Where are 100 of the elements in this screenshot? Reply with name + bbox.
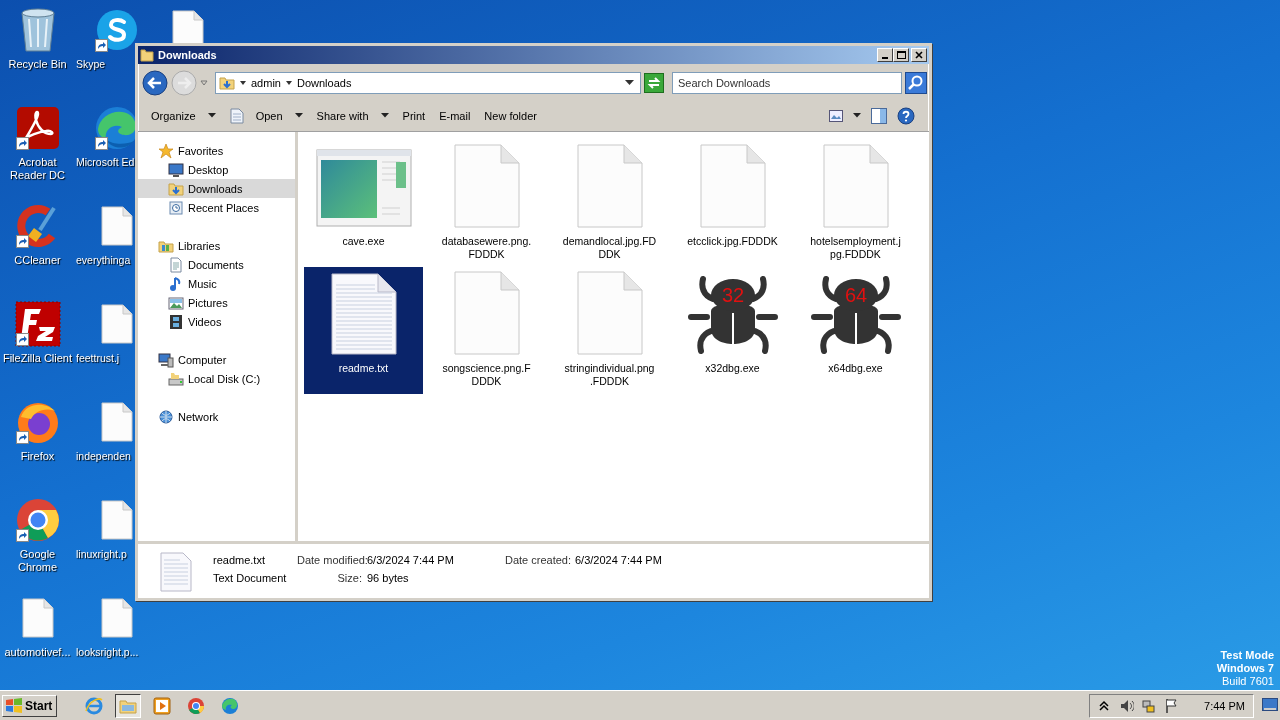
maximize-button[interactable] bbox=[893, 48, 909, 62]
desktop-icon-label[interactable]: Google Chrome bbox=[0, 548, 75, 574]
desktop-icon-label[interactable]: automotivef... bbox=[4, 646, 71, 659]
field-value: 96 bytes bbox=[367, 572, 410, 586]
folder-icon bbox=[219, 75, 235, 91]
file-item[interactable]: hotelsemployment.j pg.FDDDK bbox=[796, 140, 915, 267]
clock[interactable]: 7:44 PM bbox=[1204, 699, 1245, 712]
help-icon[interactable] bbox=[897, 106, 915, 125]
caret-icon bbox=[285, 79, 292, 87]
start-button[interactable]: Start bbox=[2, 694, 58, 717]
show-desktop-icon[interactable] bbox=[1262, 697, 1278, 712]
toolbar-button[interactable]: Organize bbox=[144, 105, 223, 126]
file-item[interactable]: databasewere.png. FDDDK bbox=[427, 140, 546, 267]
sidebar-item[interactable]: Network bbox=[138, 407, 295, 426]
file-item[interactable]: 64 x64dbg.exe bbox=[796, 267, 915, 394]
search-button[interactable] bbox=[905, 72, 927, 94]
icon-number: 64 bbox=[844, 284, 867, 306]
file-icon bbox=[576, 271, 643, 355]
file-icon bbox=[101, 500, 133, 540]
file-item[interactable]: stringindividual.png .FDDDK bbox=[550, 267, 669, 394]
file-icon bbox=[101, 206, 133, 246]
sidebar-item[interactable]: Downloads bbox=[138, 179, 295, 198]
media-player-icon bbox=[153, 696, 172, 715]
file-item[interactable]: demandlocal.jpg.FD DDK bbox=[550, 140, 669, 267]
trash-bin-icon bbox=[18, 7, 57, 53]
recent-places-icon bbox=[168, 199, 184, 216]
sidebar-item[interactable]: Desktop bbox=[138, 160, 295, 179]
search-field[interactable]: Search Downloads bbox=[672, 72, 902, 94]
app-icon bbox=[14, 301, 61, 347]
app-icon bbox=[187, 696, 206, 715]
file-icon bbox=[101, 402, 133, 442]
desktop-icon-label[interactable]: independen bbox=[76, 450, 131, 463]
document-icon bbox=[229, 107, 244, 124]
disk-drive-icon bbox=[168, 370, 184, 387]
file-item[interactable]: 32 x32dbg.exe bbox=[673, 267, 792, 394]
pictures-icon bbox=[168, 294, 184, 311]
sidebar-item[interactable]: Favorites bbox=[138, 141, 295, 160]
breadcrumb[interactable]: Downloads bbox=[296, 77, 352, 89]
file-item[interactable]: etcclick.jpg.FDDDK bbox=[673, 140, 792, 267]
sidebar-item[interactable]: Music bbox=[138, 274, 295, 293]
file-icon bbox=[21, 598, 54, 638]
file-icon bbox=[453, 271, 520, 355]
sidebar-item[interactable]: Videos bbox=[138, 312, 295, 331]
desktop-icon-label[interactable]: feettrust.j bbox=[76, 352, 120, 365]
maximize-icon bbox=[896, 50, 906, 60]
sidebar-item[interactable]: Pictures bbox=[138, 293, 295, 312]
address-bar[interactable]: admin Downloads bbox=[215, 72, 641, 94]
back-button[interactable] bbox=[142, 70, 168, 96]
desktop-icon-label[interactable]: Skype bbox=[76, 58, 106, 71]
app-icon bbox=[221, 696, 240, 715]
program-window-icon bbox=[315, 148, 412, 228]
file-item[interactable]: readme.txt bbox=[304, 267, 423, 394]
file-icon bbox=[101, 304, 133, 344]
desktop-icon-label[interactable]: linuxright.p bbox=[76, 548, 127, 561]
caret-icon[interactable] bbox=[853, 113, 861, 118]
dropdown-icon[interactable] bbox=[625, 80, 634, 86]
taskbar-app[interactable] bbox=[115, 693, 142, 718]
desktop-icon-label[interactable]: looksright.p... bbox=[76, 646, 139, 659]
network-status-icon[interactable] bbox=[1142, 697, 1157, 714]
desktop-icon-label[interactable]: FileZilla Client bbox=[2, 352, 73, 365]
monitor-icon bbox=[168, 161, 184, 178]
browser-icon bbox=[85, 696, 104, 715]
minimize-icon bbox=[882, 57, 888, 59]
desktop-icon-label[interactable]: Firefox bbox=[20, 450, 55, 463]
toolbar-button[interactable]: Share with bbox=[309, 105, 396, 126]
toolbar-button[interactable]: Open bbox=[222, 103, 310, 128]
breadcrumb[interactable]: admin bbox=[251, 77, 281, 89]
toolbar-button[interactable]: New folder bbox=[477, 105, 544, 126]
sidebar-item[interactable]: Documents bbox=[138, 255, 295, 274]
folder-icon bbox=[140, 48, 154, 62]
network-icon bbox=[158, 408, 174, 425]
desktop-icon-label[interactable]: Recycle Bin bbox=[8, 58, 67, 71]
file-icon bbox=[453, 144, 520, 228]
system-notice: Build 7601 bbox=[1222, 675, 1274, 688]
caret-icon bbox=[240, 79, 246, 87]
film-icon bbox=[168, 313, 184, 330]
toolbar-button[interactable]: Print bbox=[395, 105, 433, 126]
desktop-icon-label[interactable]: CCleaner bbox=[14, 254, 61, 267]
sidebar-item[interactable]: Local Disk (C:) bbox=[138, 369, 295, 388]
toolbar-button[interactable]: E-mail bbox=[432, 105, 478, 126]
file-item[interactable]: cave.exe bbox=[304, 140, 423, 267]
text-file-icon bbox=[330, 271, 397, 355]
close-button[interactable] bbox=[911, 48, 927, 62]
field-value: 6/3/2024 7:44 PM bbox=[575, 554, 663, 568]
desktop-icon-label[interactable]: Microsoft Ed bbox=[76, 156, 135, 169]
sidebar-item[interactable]: Recent Places bbox=[138, 198, 295, 217]
refresh-button[interactable] bbox=[644, 73, 664, 93]
preview-pane-icon[interactable] bbox=[871, 107, 887, 124]
document-icon bbox=[168, 256, 184, 273]
file-item[interactable]: songscience.png.F DDDK bbox=[427, 267, 546, 394]
sidebar-item[interactable]: Computer bbox=[138, 350, 295, 369]
close-icon bbox=[914, 50, 924, 60]
caret-icon bbox=[380, 113, 389, 118]
desktop-icon-label[interactable]: everythinga bbox=[76, 254, 131, 267]
window-title: Downloads bbox=[158, 49, 218, 61]
view-options-icon[interactable] bbox=[829, 109, 843, 122]
flag-icon[interactable] bbox=[1164, 697, 1179, 714]
desktop-icon-label[interactable]: Acrobat Reader DC bbox=[0, 156, 75, 182]
sidebar-item[interactable]: Libraries bbox=[138, 236, 295, 255]
minimize-button[interactable] bbox=[877, 48, 893, 62]
